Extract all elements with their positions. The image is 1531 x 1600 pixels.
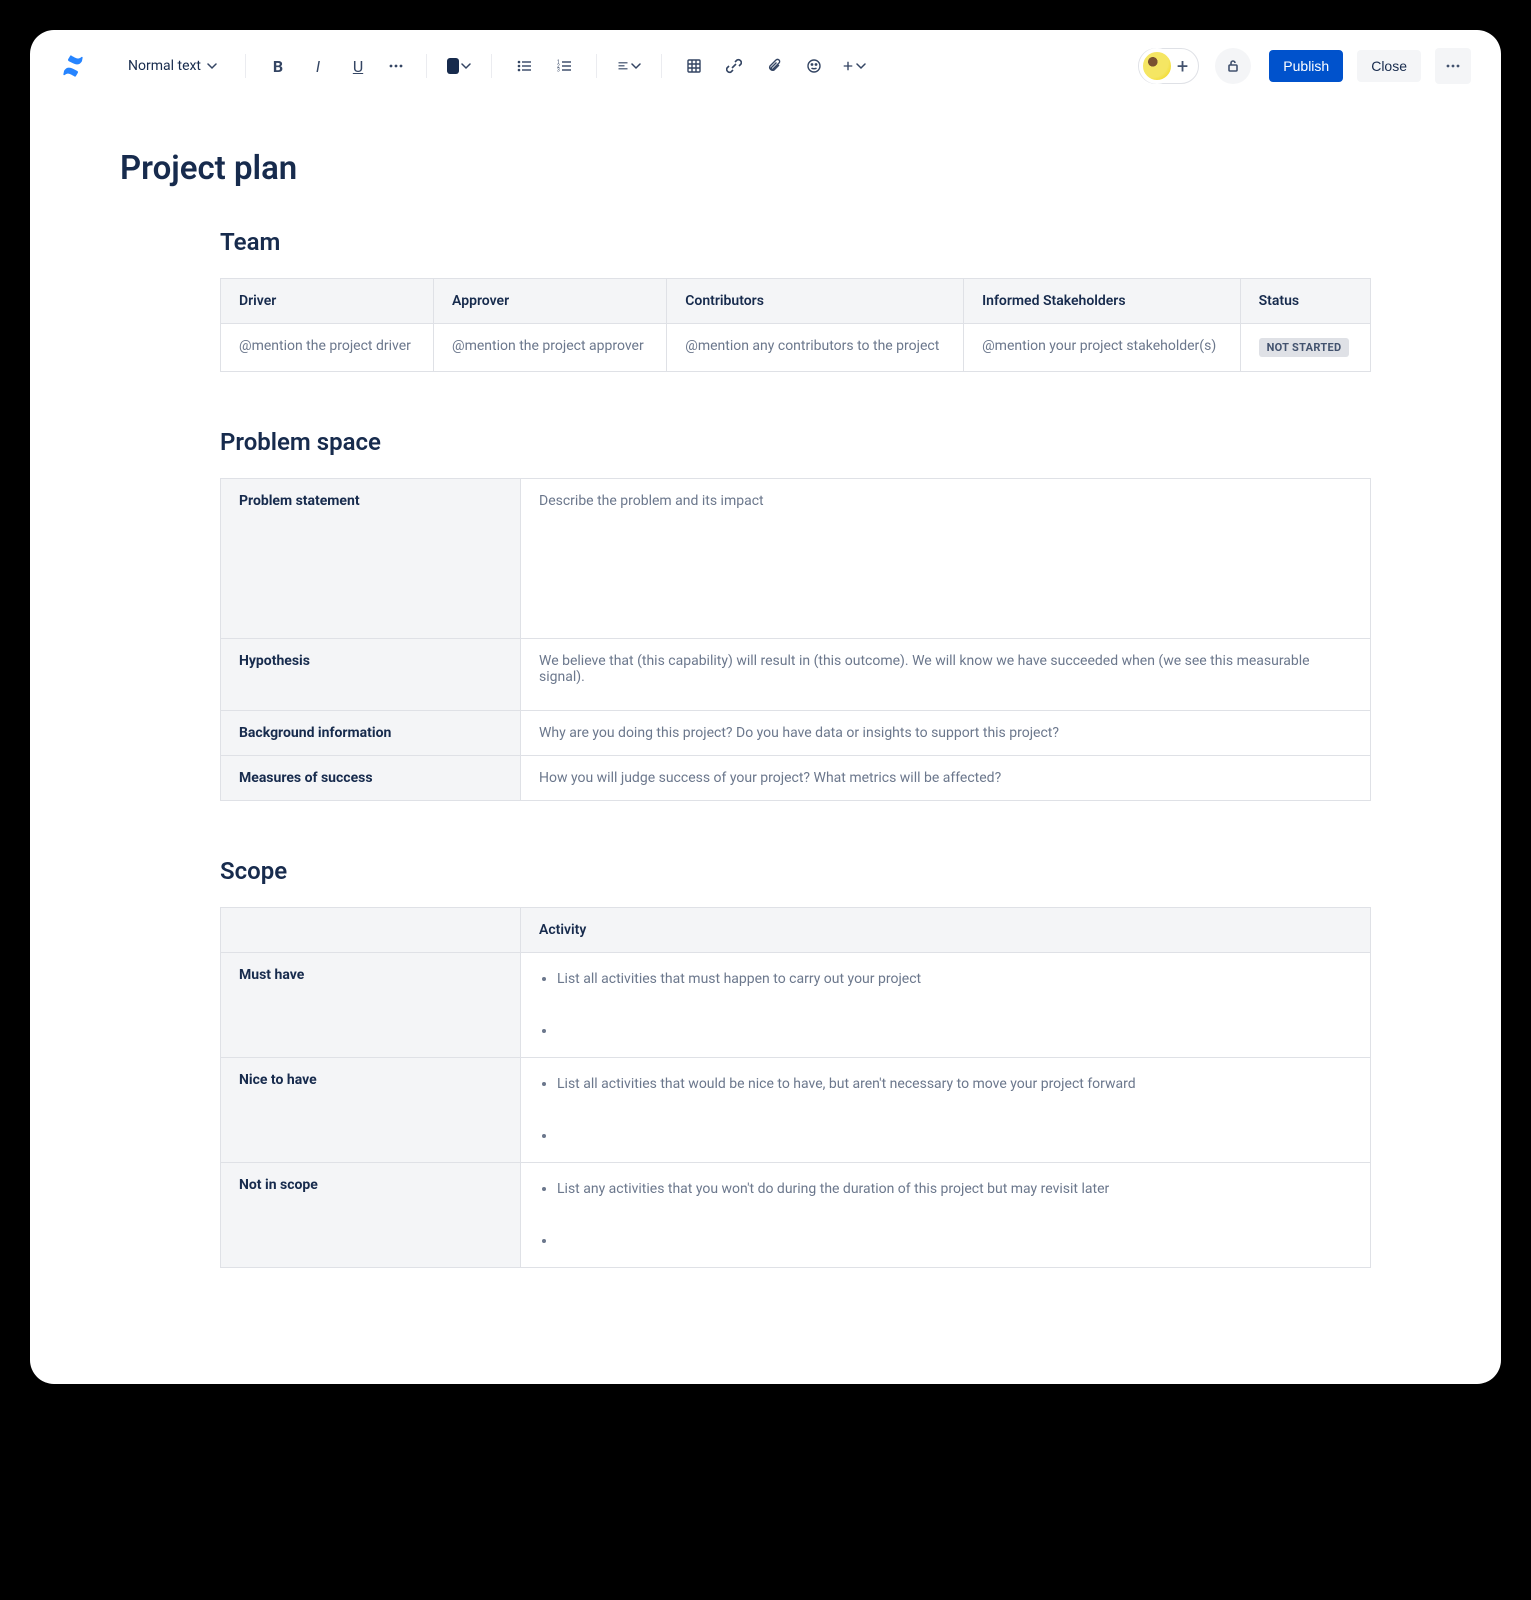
italic-button[interactable]: I [302, 50, 334, 82]
chevron-down-icon [207, 61, 217, 71]
list-item[interactable] [557, 1023, 1352, 1039]
restrictions-button[interactable] [1215, 48, 1251, 84]
text-color-button[interactable] [443, 50, 475, 82]
scope-value[interactable]: List any activities that you won't do du… [521, 1163, 1371, 1268]
scope-section: Scope Activity Must have List all activi… [220, 857, 1371, 1268]
scope-heading: Scope [220, 857, 1371, 885]
scope-label[interactable]: Not in scope [221, 1163, 521, 1268]
insert-button[interactable] [838, 50, 870, 82]
problem-label[interactable]: Problem statement [221, 479, 521, 639]
toolbar-separator [491, 54, 492, 78]
text-style-dropdown[interactable]: Normal text [124, 54, 221, 78]
team-cell-stakeholders[interactable]: @mention your project stakeholder(s) [964, 324, 1240, 372]
list-item[interactable]: List all activities that must happen to … [557, 971, 1352, 987]
chevron-down-icon [631, 61, 641, 71]
team-section: Team Driver Approver Contributors Inform… [220, 228, 1371, 372]
problem-label[interactable]: Measures of success [221, 756, 521, 801]
list-item[interactable]: List any activities that you won't do du… [557, 1181, 1352, 1197]
list-item[interactable] [557, 1128, 1352, 1144]
confluence-logo-icon [60, 53, 86, 79]
scope-header-activity: Activity [521, 908, 1371, 953]
toolbar-separator [426, 54, 427, 78]
close-button[interactable]: Close [1357, 50, 1421, 82]
link-button[interactable] [718, 50, 750, 82]
svg-text:3: 3 [557, 68, 560, 74]
team-header-contributors: Contributors [667, 279, 964, 324]
table-row[interactable]: Not in scope List any activities that yo… [221, 1163, 1371, 1268]
scope-table[interactable]: Activity Must have List all activities t… [220, 907, 1371, 1268]
more-actions-button[interactable] [1435, 48, 1471, 84]
team-heading: Team [220, 228, 1371, 256]
problem-heading: Problem space [220, 428, 1371, 456]
page-title[interactable]: Project plan [120, 149, 1411, 188]
alignment-button[interactable] [613, 50, 645, 82]
team-cell-approver[interactable]: @mention the project approver [434, 324, 667, 372]
numbered-list-button[interactable]: 123 [548, 50, 580, 82]
table-button[interactable] [678, 50, 710, 82]
list-item[interactable] [557, 1233, 1352, 1249]
team-header-approver: Approver [434, 279, 667, 324]
team-cell-contributors[interactable]: @mention any contributors to the project [667, 324, 964, 372]
underline-button[interactable]: U [342, 50, 374, 82]
toolbar-separator [245, 54, 246, 78]
table-row[interactable]: Problem statement Describe the problem a… [221, 479, 1371, 639]
add-collaborator-button[interactable]: + [1138, 48, 1199, 84]
team-header-status: Status [1240, 279, 1370, 324]
team-table[interactable]: Driver Approver Contributors Informed St… [220, 278, 1371, 372]
team-header-driver: Driver [221, 279, 434, 324]
status-badge[interactable]: NOT STARTED [1259, 338, 1350, 357]
table-row[interactable]: Nice to have List all activities that wo… [221, 1058, 1371, 1163]
page-content[interactable]: Project plan Team Driver Approver Contri… [30, 99, 1501, 1384]
problem-label[interactable]: Hypothesis [221, 639, 521, 711]
attachment-button[interactable] [758, 50, 790, 82]
publish-button[interactable]: Publish [1269, 50, 1343, 82]
problem-value[interactable]: Why are you doing this project? Do you h… [521, 711, 1371, 756]
problem-value[interactable]: We believe that (this capability) will r… [521, 639, 1371, 711]
emoji-button[interactable] [798, 50, 830, 82]
table-row[interactable]: Hypothesis We believe that (this capabil… [221, 639, 1371, 711]
bullet-list-button[interactable] [508, 50, 540, 82]
team-cell-status[interactable]: NOT STARTED [1240, 324, 1370, 372]
team-header-stakeholders: Informed Stakeholders [964, 279, 1240, 324]
table-row[interactable]: Measures of success How you will judge s… [221, 756, 1371, 801]
table-row[interactable]: Background information Why are you doing… [221, 711, 1371, 756]
scope-value[interactable]: List all activities that must happen to … [521, 953, 1371, 1058]
plus-icon: + [1177, 56, 1188, 76]
team-cell-driver[interactable]: @mention the project driver [221, 324, 434, 372]
problem-label[interactable]: Background information [221, 711, 521, 756]
list-item[interactable]: List all activities that would be nice t… [557, 1076, 1352, 1092]
table-row[interactable]: @mention the project driver @mention the… [221, 324, 1371, 372]
toolbar-separator [661, 54, 662, 78]
toolbar-separator [596, 54, 597, 78]
editor-window: Normal text B I U 123 [30, 30, 1501, 1384]
user-avatar [1141, 50, 1173, 82]
scope-header-blank [221, 908, 521, 953]
editor-toolbar: Normal text B I U 123 [30, 30, 1501, 99]
scope-label[interactable]: Nice to have [221, 1058, 521, 1163]
problem-value[interactable]: Describe the problem and its impact [521, 479, 1371, 639]
text-style-label: Normal text [128, 58, 201, 74]
problem-table[interactable]: Problem statement Describe the problem a… [220, 478, 1371, 801]
color-swatch-icon [447, 58, 459, 74]
problem-section: Problem space Problem statement Describe… [220, 428, 1371, 801]
table-row[interactable]: Must have List all activities that must … [221, 953, 1371, 1058]
problem-value[interactable]: How you will judge success of your proje… [521, 756, 1371, 801]
scope-label[interactable]: Must have [221, 953, 521, 1058]
scope-value[interactable]: List all activities that would be nice t… [521, 1058, 1371, 1163]
bold-button[interactable]: B [262, 50, 294, 82]
chevron-down-icon [461, 61, 471, 71]
more-formatting-button[interactable] [382, 50, 410, 82]
chevron-down-icon [856, 61, 866, 71]
